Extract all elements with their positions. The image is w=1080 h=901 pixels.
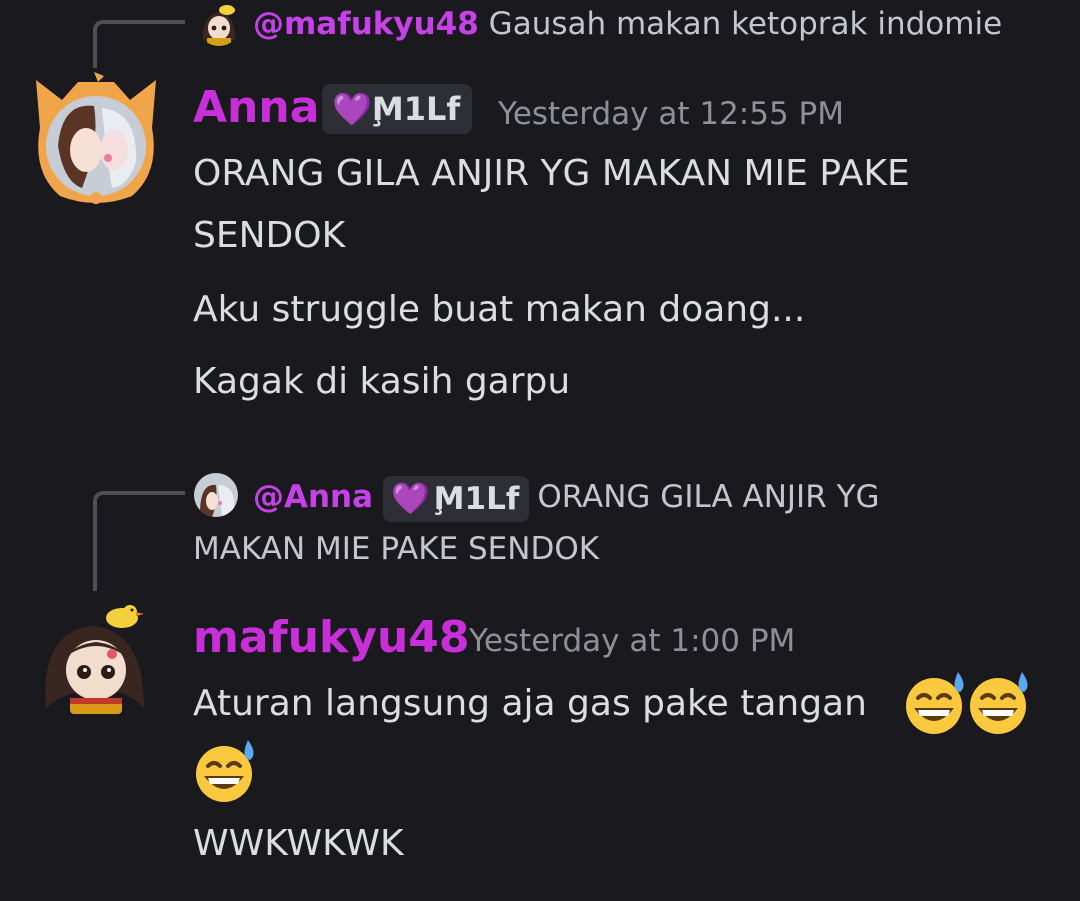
timestamp-mafukyu48[interactable]: Yesterday at 1:00 PM (469, 621, 795, 661)
message-text: Aturan langsung aja gas pake tangan (193, 683, 867, 724)
reply-avatar-anna[interactable] (194, 473, 238, 517)
reply-preview-1[interactable]: @mafukyu48 Gausah makan ketoprak indomie (253, 5, 1002, 43)
message-line: Kagak di kasih garpu (193, 361, 571, 402)
avatar-anna[interactable] (28, 62, 164, 204)
heart-icon: 💜 (391, 480, 430, 517)
reply-text: Gausah makan ketoprak indomie (488, 6, 1003, 42)
role-tag-label: M̧1Lf (433, 480, 520, 517)
message-line: ORANG GILA ANJIR YG MAKAN MIE PAKE (193, 153, 910, 194)
message-line: SENDOK (193, 215, 346, 256)
reply-preview-2[interactable]: @Anna 💜 M̧1Lf ORANG GILA ANJIR YG (253, 474, 880, 522)
message-line: Aturan langsung aja gas pake tangan (193, 674, 867, 734)
reply-mention[interactable]: @Anna (253, 479, 373, 515)
message-line: Aku struggle buat makan doang... (193, 289, 806, 330)
reply-text: ORANG GILA ANJIR YG (537, 479, 880, 515)
reply-avatar-mafukyu48[interactable] (197, 2, 241, 46)
role-tag-label: M̧1Lf (371, 90, 461, 128)
reply-spine (93, 20, 185, 68)
role-tag[interactable]: 💜M̧1Lf (322, 84, 473, 134)
message-line: WWKWKWK (193, 823, 404, 864)
reply-spine (93, 491, 185, 591)
reply-mention[interactable]: @mafukyu48 (253, 6, 479, 42)
heart-icon: 💜 (332, 90, 372, 128)
grinning-sweat-emoji-icon[interactable] (966, 670, 1032, 736)
reply-text-continued: MAKAN MIE PAKE SENDOK (193, 531, 600, 567)
role-tag[interactable]: 💜M̧1Lf (383, 475, 530, 522)
username-anna[interactable]: Anna (193, 82, 319, 134)
grinning-sweat-emoji-icon[interactable] (902, 670, 968, 736)
timestamp-anna[interactable]: Yesterday at 12:55 PM (498, 94, 844, 134)
avatar-mafukyu48[interactable] (40, 604, 152, 716)
username-mafukyu48[interactable]: mafukyu48 (193, 612, 470, 664)
grinning-sweat-emoji-icon[interactable] (192, 738, 258, 804)
